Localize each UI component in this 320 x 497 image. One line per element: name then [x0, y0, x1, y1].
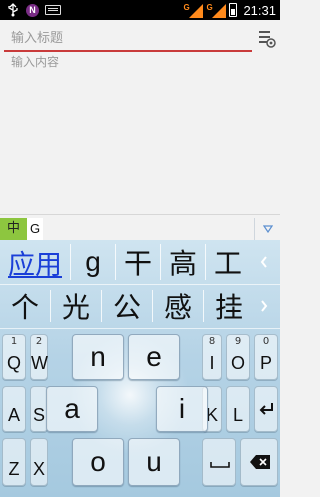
status-bar-system: G G 21:31 [183, 2, 276, 18]
ime-composition-bar: 中 G [0, 214, 280, 240]
key-label: X [32, 459, 45, 479]
space-key[interactable] [202, 438, 236, 486]
key-x[interactable]: X [30, 438, 48, 486]
content-input[interactable] [4, 53, 276, 208]
signal-g-icon: G [183, 3, 204, 18]
chevron-right-icon [261, 300, 268, 312]
composing-text: G [27, 218, 43, 240]
key-label: O [230, 353, 245, 373]
candidate-item[interactable]: 工 [206, 240, 250, 284]
candidate-page-down-button[interactable] [254, 286, 274, 326]
key-label: I [209, 353, 215, 373]
soft-keyboard: 应用 g 干 高 工 个 光 公 感 挂 1 Q A Z 2 W S X 8 I… [0, 240, 280, 497]
key-a[interactable]: A [2, 386, 26, 432]
battery-icon [229, 3, 238, 17]
key-a-center[interactable]: a [46, 386, 98, 432]
key-number-hint: 9 [234, 336, 242, 347]
candidate-item[interactable]: g [71, 240, 115, 284]
candidate-item[interactable]: 高 [161, 240, 205, 284]
key-w[interactable]: 2 W [30, 334, 48, 380]
key-q[interactable]: 1 Q [2, 334, 26, 380]
key-i[interactable]: 8 I [202, 334, 222, 380]
signal-g-icon: G [206, 3, 227, 18]
note-settings-icon [259, 31, 276, 48]
candidate-item[interactable]: 个 [0, 286, 50, 326]
key-number-hint: 8 [208, 336, 216, 347]
key-z[interactable]: Z [2, 438, 26, 486]
candidate-item[interactable]: 应用 [0, 240, 70, 284]
key-n[interactable]: n [72, 334, 124, 380]
candidate-item[interactable]: 干 [116, 240, 160, 284]
status-bar: N G G 21:31 [0, 0, 280, 20]
notification-n-icon: N [26, 3, 39, 17]
key-o-center[interactable]: o [72, 438, 124, 486]
usb-icon [8, 3, 18, 17]
note-options-button[interactable] [256, 26, 278, 52]
key-p[interactable]: 0 P [254, 334, 278, 380]
collapse-keyboard-button[interactable] [254, 218, 280, 240]
title-input[interactable] [4, 26, 252, 52]
candidate-item[interactable]: 挂 [204, 286, 254, 326]
candidate-row-divider [0, 328, 280, 329]
key-number-hint: 2 [35, 336, 43, 347]
note-editor [0, 20, 280, 212]
key-l[interactable]: L [226, 386, 250, 432]
candidate-row-divider [0, 284, 280, 285]
key-label: S [32, 405, 45, 425]
key-o[interactable]: 9 O [226, 334, 250, 380]
backspace-icon [250, 455, 270, 469]
candidate-page-up-button[interactable] [254, 240, 274, 284]
candidate-item[interactable]: 公 [102, 286, 152, 326]
candidate-item[interactable]: 感 [153, 286, 203, 326]
network-type-label: G [183, 3, 190, 12]
input-mode-toggle[interactable]: 中 [0, 218, 27, 240]
key-label: Z [8, 459, 20, 479]
key-i-center[interactable]: i [156, 386, 208, 432]
key-label: L [232, 405, 243, 425]
key-e[interactable]: e [128, 334, 180, 380]
key-label: P [259, 353, 272, 373]
key-number-hint: 0 [262, 336, 270, 347]
key-u[interactable]: u [128, 438, 180, 486]
status-bar-notifications: N [6, 3, 61, 17]
chevron-left-icon [260, 256, 267, 268]
key-label: A [7, 405, 20, 425]
candidate-item[interactable]: 光 [51, 286, 101, 326]
keyboard-icon [45, 5, 61, 15]
key-number-hint: 1 [10, 336, 18, 347]
network-type-label: G [206, 3, 213, 12]
key-label: Q [6, 353, 21, 373]
clock: 21:31 [243, 2, 276, 18]
enter-key[interactable] [254, 386, 278, 432]
triangle-down-icon [262, 225, 273, 233]
key-label: W [31, 353, 48, 373]
backspace-key[interactable] [240, 438, 278, 486]
space-icon [210, 462, 230, 468]
enter-icon [259, 403, 273, 415]
